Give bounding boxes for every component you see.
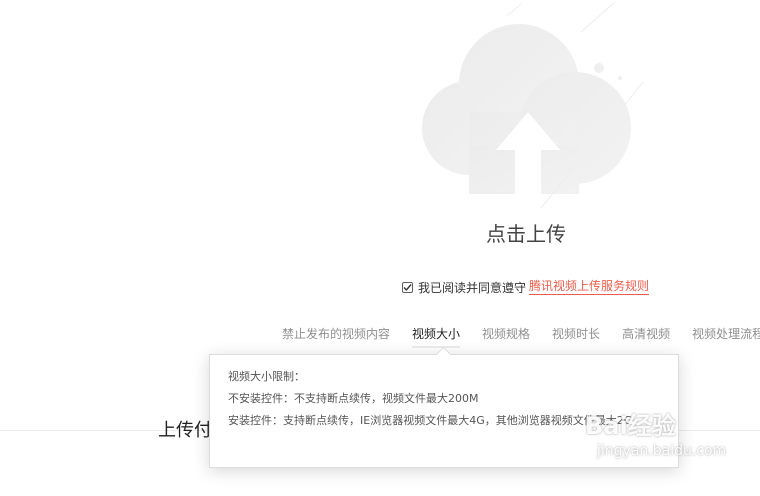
- tab-hd-video[interactable]: 高清视频: [622, 325, 670, 348]
- tab-video-spec[interactable]: 视频规格: [482, 325, 530, 348]
- upload-cloud-icon[interactable]: [405, 0, 650, 210]
- service-rules-link[interactable]: 腾讯视频上传服务规则: [529, 279, 650, 295]
- tab-video-size[interactable]: 视频大小: [412, 325, 461, 348]
- check-icon: [403, 283, 412, 291]
- tooltip-line-no-plugin: 不安装控件：不支持断点续传，视频文件最大200M: [228, 392, 479, 405]
- cloud-illustration: [422, 1, 644, 209]
- tooltip-title: 视频大小限制：: [228, 370, 305, 383]
- tooltip-arrow: [435, 346, 452, 363]
- tab-bar: 禁止发布的视频内容 视频大小 视频规格 视频时长 高清视频 视频处理流程: [282, 325, 760, 348]
- agree-checkbox[interactable]: [402, 281, 413, 293]
- tab-video-duration[interactable]: 视频时长: [552, 325, 600, 348]
- watermark-brand: Bai经验: [585, 412, 676, 440]
- tab-prohibited-content[interactable]: 禁止发布的视频内容: [282, 325, 390, 348]
- tab-video-processing[interactable]: 视频处理流程: [692, 325, 760, 348]
- upload-section-heading: 上传付: [158, 420, 212, 441]
- upload-title[interactable]: 点击上传: [486, 220, 576, 248]
- agreement-text: 我已阅读并同意遵守: [418, 280, 527, 295]
- agreement-row: 我已阅读并同意遵守 腾讯视频上传服务规则: [402, 278, 650, 296]
- watermark-logo: Bai经验 jingyan.baidu.com: [585, 410, 735, 482]
- upload-area[interactable]: 点击上传 我已阅读并同意遵守 腾讯视频上传服务规则: [0, 0, 760, 330]
- watermark-site: jingyan.baidu.com: [597, 443, 727, 459]
